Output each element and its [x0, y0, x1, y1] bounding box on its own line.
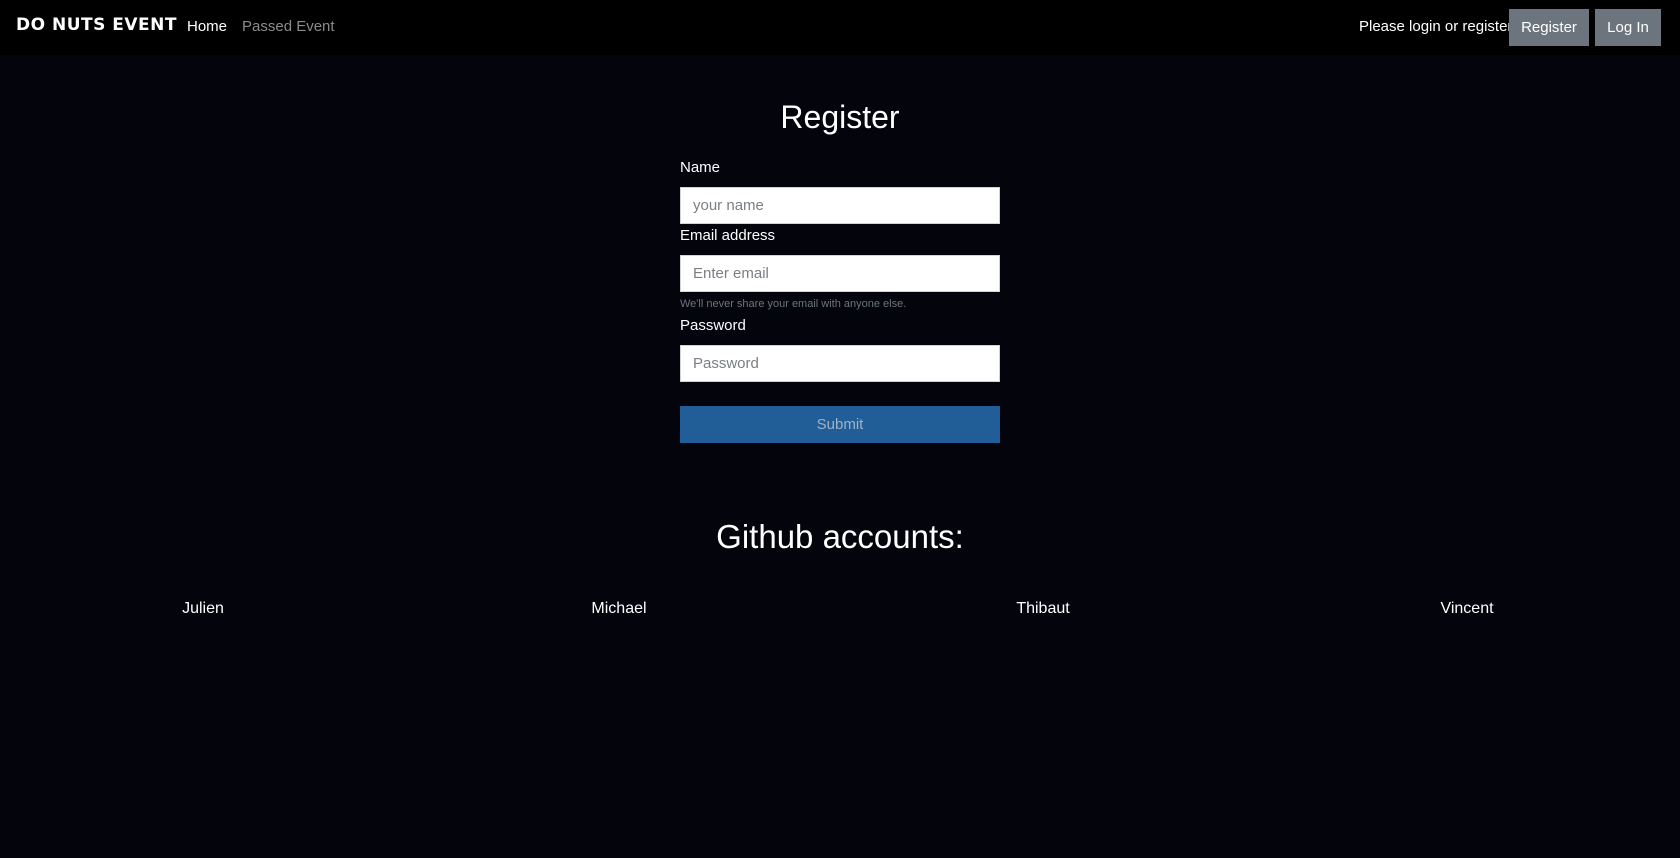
name-input[interactable] — [680, 187, 1000, 224]
github-account-vincent[interactable]: Vincent — [1367, 600, 1567, 618]
email-label: Email address — [680, 227, 776, 244]
password-input[interactable] — [680, 345, 1000, 382]
submit-button[interactable]: Submit — [680, 406, 1000, 443]
nav-link-passed-event[interactable]: Passed Event — [242, 18, 335, 35]
form-title: Register — [780, 99, 900, 135]
github-title: Github accounts: — [716, 518, 964, 555]
email-help-text: We'll never share your email with anyone… — [680, 298, 907, 310]
brand-logo[interactable]: DO NUTS EVENT — [16, 15, 177, 35]
github-account-thibaut[interactable]: Thibaut — [943, 600, 1143, 618]
register-button[interactable]: Register — [1509, 9, 1589, 46]
name-label: Name — [680, 159, 721, 176]
login-button[interactable]: Log In — [1595, 9, 1661, 46]
github-account-michael[interactable]: Michael — [519, 600, 719, 618]
email-input[interactable] — [680, 255, 1000, 292]
password-label: Password — [680, 317, 746, 334]
navbar: DO NUTS EVENT Home Passed Event Please l… — [0, 0, 1680, 55]
login-prompt-text: Please login or register — [1359, 18, 1513, 35]
nav-link-home[interactable]: Home — [187, 18, 227, 35]
github-account-julien[interactable]: Julien — [103, 600, 303, 618]
